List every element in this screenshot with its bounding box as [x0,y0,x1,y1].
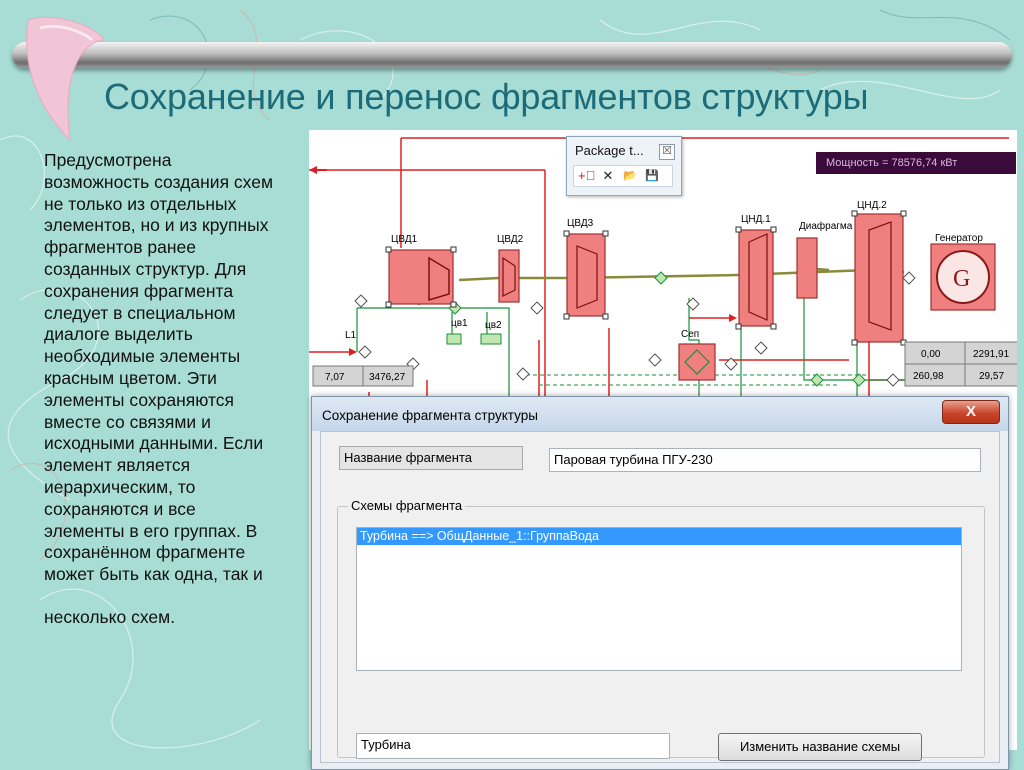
cell-value: 2291,91 [973,349,1010,360]
package-window-title: Package t... [575,143,644,158]
power-readout: Мощность = 78576,74 кВт [816,152,1016,174]
label-cvd1: ЦВД1 [391,234,418,245]
fragment-name-input[interactable]: Паровая турбина ПГУ-230 [549,448,981,472]
body-line: фрагментов ранее [44,237,196,258]
cell-value: 29,57 [979,371,1004,382]
body-line: сохранённом фрагменте [44,542,246,563]
label-diafragma: Диафрагма [799,220,853,232]
body-line: элементов, но и из крупных [44,215,269,236]
title-bar-decoration [12,42,1012,68]
package-toolbar-window[interactable]: Package t... ☒ +⃓ ✕ 📂 💾 [566,136,682,196]
cell-value: 3476,27 [369,372,406,383]
body-line: элементы в его группах. В [44,520,258,541]
slide-title: Сохранение и перенос фрагментов структур… [104,76,869,117]
save-icon[interactable]: 💾 [644,168,660,184]
label-cnd1: ЦНД.1 [741,214,771,225]
body-line: сохранения фрагмента [44,280,234,301]
body-line: необходимые элементы [44,346,241,367]
fragment-schemes-group: Схемы фрагмента Турбина ==> ОбщДанные_1:… [337,498,985,761]
body-line: вместе со связями и [44,411,211,432]
dialog-body: Название фрагмента Паровая турбина ПГУ-2… [320,431,1000,763]
boomerang-decoration [26,16,105,142]
label-cvd2: ЦВД2 [497,234,524,245]
fragment-schemes-label: Схемы фрагмента [348,498,466,513]
add-icon[interactable]: +⃓ [578,168,595,184]
body-line: исходными данными. Если [44,433,264,454]
close-icon[interactable]: ☒ [659,144,675,160]
label-cv1: цв1 [451,318,468,329]
body-line: не только из отдельных [44,193,237,214]
fragment-name-label: Название фрагмента [339,446,523,470]
rename-scheme-button[interactable]: Изменить название схемы [718,733,922,761]
power-value: 78576,74 [891,157,938,169]
body-line: возможность создания схем [44,171,273,192]
label-sep: Сеп [681,329,699,340]
body-line: сохраняются и все [44,498,196,519]
body-line-last: несколько схем. [44,606,176,627]
power-label: Мощность [826,157,879,169]
label-l1: L1 [345,330,357,341]
dialog-title: Сохранение фрагмента структуры [322,408,538,423]
body-line: следует в специальном [44,302,236,323]
schemes-listbox[interactable]: Турбина ==> ОбщДанные_1::ГруппаВода [356,527,962,671]
body-line: элементы сохраняются [44,389,234,410]
label-cvd3: ЦВД3 [567,218,594,229]
body-line: элемент является [44,455,191,476]
label-cv2: цв2 [485,320,502,331]
dialog-titlebar[interactable]: Сохранение фрагмента структуры X [312,397,1008,431]
body-line: красным цветом. Эти [44,367,217,388]
cell-value: 260,98 [913,371,944,382]
generator-symbol: G [953,266,970,292]
delete-icon[interactable]: ✕ [600,168,616,184]
body-line: созданных структур. Для [44,258,247,279]
body-line: Предусмотрена [44,150,172,170]
dialog-close-button[interactable]: X [942,400,1000,424]
cell-value: 0,00 [921,349,941,360]
label-generator: Генератор [935,233,983,244]
save-fragment-dialog: Сохранение фрагмента структуры X Названи… [311,396,1009,770]
body-line: диалоге выделить [44,324,193,345]
label-cnd2: ЦНД.2 [857,200,887,211]
open-folder-icon[interactable]: 📂 [622,168,638,184]
package-toolbar: +⃓ ✕ 📂 💾 [573,165,673,187]
list-item[interactable]: Турбина ==> ОбщДанные_1::ГруппаВода [357,528,961,545]
body-line: иерархическим, то [44,476,196,497]
power-unit: кВт [940,157,958,169]
scheme-name-input[interactable]: Турбина [356,733,670,759]
power-eq: = [881,157,889,169]
cell-value: 7,07 [325,372,345,383]
body-line: может быть как одна, так и [44,564,263,585]
body-text: Предусмотрена возможность создания схем … [44,150,294,629]
